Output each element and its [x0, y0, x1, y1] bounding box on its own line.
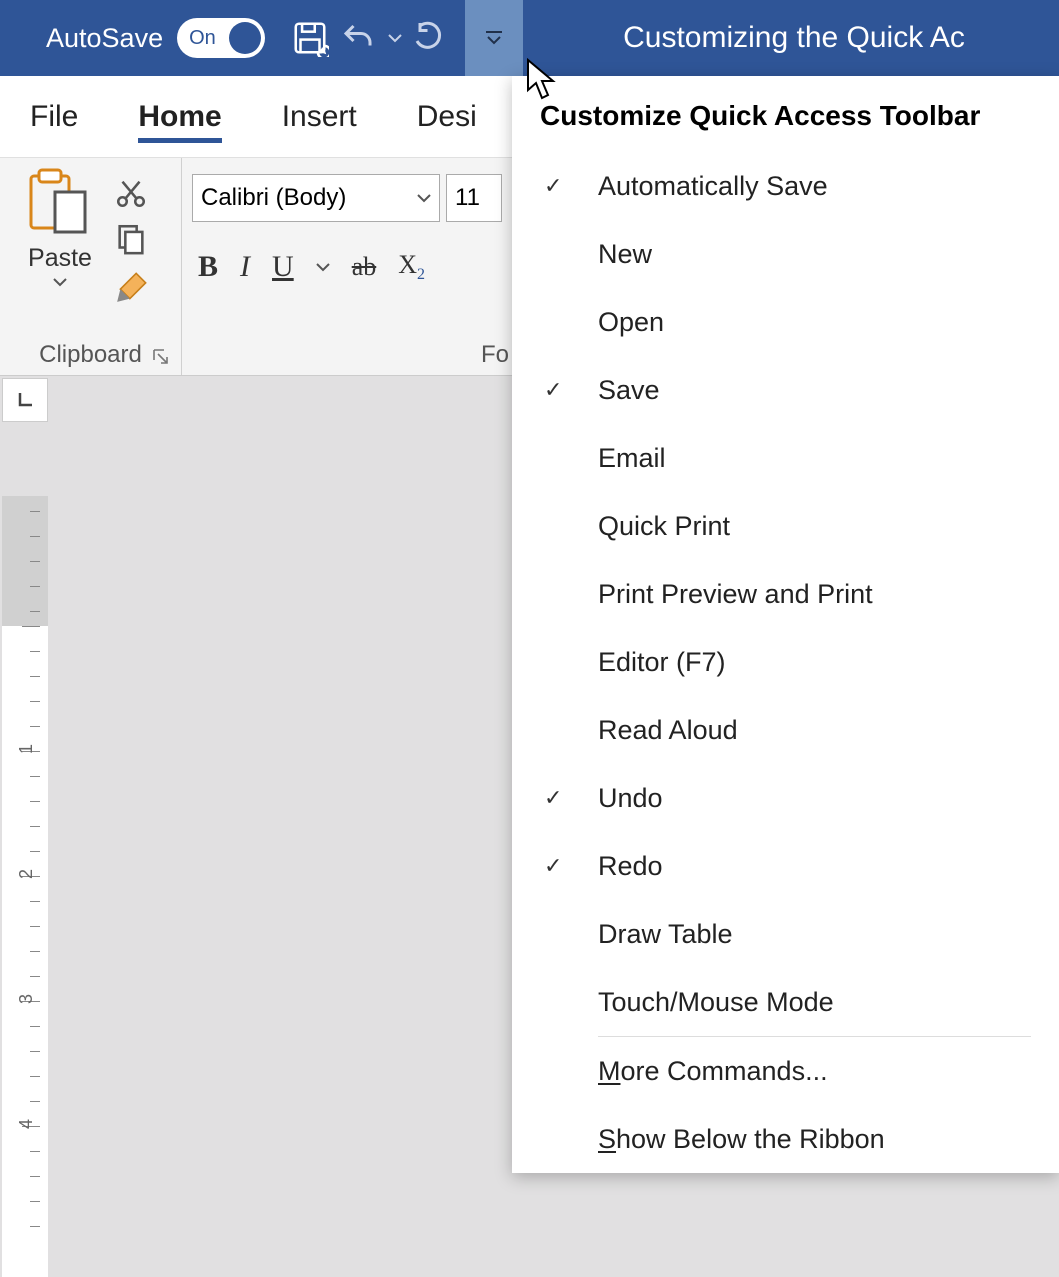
- format-painter-icon[interactable]: [114, 266, 152, 306]
- ruler-number: 4: [16, 1119, 37, 1129]
- customize-qat-menu: Customize Quick Access Toolbar ✓ Automat…: [512, 76, 1059, 1173]
- check-icon: ✓: [544, 853, 598, 879]
- menu-item-automatically-save[interactable]: ✓ Automatically Save: [512, 152, 1059, 220]
- menu-item-more-commands[interactable]: More Commands...: [512, 1037, 1059, 1105]
- menu-item-print-preview-and-print[interactable]: Print Preview and Print: [512, 560, 1059, 628]
- underline-button[interactable]: U: [272, 250, 294, 284]
- font-size-combo[interactable]: 11: [446, 174, 502, 222]
- undo-dropdown-icon[interactable]: [385, 17, 405, 59]
- customize-qat-button[interactable]: [465, 0, 523, 76]
- menu-item-undo[interactable]: ✓ Undo: [512, 764, 1059, 832]
- cut-icon[interactable]: [114, 174, 152, 212]
- clipboard-group: Paste: [0, 158, 182, 375]
- ruler-number: 3: [16, 994, 37, 1004]
- customize-qat-menu-title: Customize Quick Access Toolbar: [512, 76, 1059, 152]
- title-bar: AutoSave On: [0, 0, 1059, 76]
- font-name-value: Calibri (Body): [201, 184, 346, 212]
- tab-file[interactable]: File: [0, 76, 108, 157]
- menu-item-show-below-ribbon[interactable]: Show Below the Ribbon: [512, 1105, 1059, 1173]
- strikethrough-button[interactable]: ab: [352, 252, 377, 282]
- undo-icon[interactable]: [337, 17, 379, 59]
- menu-item-draw-table[interactable]: Draw Table: [512, 900, 1059, 968]
- vertical-ruler[interactable]: 1 2 3 4: [2, 496, 48, 1277]
- tab-home[interactable]: Home: [108, 76, 251, 157]
- menu-item-new[interactable]: New: [512, 220, 1059, 288]
- clipboard-dialog-launcher-icon[interactable]: [151, 347, 171, 367]
- menu-item-read-aloud[interactable]: Read Aloud: [512, 696, 1059, 764]
- menu-item-touch-mouse-mode[interactable]: Touch/Mouse Mode: [512, 968, 1059, 1036]
- quick-access-toolbar: [289, 17, 453, 59]
- menu-item-save[interactable]: ✓ Save: [512, 356, 1059, 424]
- document-title: Customizing the Quick Ac: [623, 21, 965, 55]
- bold-button[interactable]: B: [198, 250, 218, 284]
- redo-icon[interactable]: [411, 17, 453, 59]
- paste-icon: [25, 168, 95, 242]
- font-group: Calibri (Body) 11 B I U ab X2 Fo: [182, 158, 522, 375]
- italic-button[interactable]: I: [240, 250, 250, 284]
- save-icon[interactable]: [289, 17, 331, 59]
- copy-icon[interactable]: [114, 220, 152, 258]
- font-group-label: Fo: [182, 341, 521, 369]
- autosave-switch-knob: [229, 22, 261, 54]
- tab-insert[interactable]: Insert: [252, 76, 387, 157]
- font-name-combo[interactable]: Calibri (Body): [192, 174, 440, 222]
- tab-selector[interactable]: [2, 378, 48, 422]
- subscript-button[interactable]: X2: [398, 250, 425, 284]
- clipboard-group-label: Clipboard: [39, 341, 142, 369]
- autosave-toggle[interactable]: AutoSave On: [0, 18, 265, 58]
- underline-dropdown-icon[interactable]: [316, 262, 330, 272]
- autosave-label: AutoSave: [46, 23, 163, 54]
- check-icon: ✓: [544, 173, 598, 199]
- autosave-switch-text: On: [189, 27, 216, 50]
- tab-design[interactable]: Desi: [387, 76, 507, 157]
- paste-label: Paste: [28, 244, 92, 273]
- chevron-down-icon[interactable]: [52, 277, 68, 287]
- chevron-down-icon: [417, 193, 431, 203]
- paste-button[interactable]: Paste: [10, 168, 110, 306]
- check-icon: ✓: [544, 785, 598, 811]
- menu-item-open[interactable]: Open: [512, 288, 1059, 356]
- autosave-switch[interactable]: On: [177, 18, 265, 58]
- ruler-number: 2: [16, 869, 37, 879]
- menu-item-email[interactable]: Email: [512, 424, 1059, 492]
- check-icon: ✓: [544, 377, 598, 403]
- font-size-value: 11: [455, 184, 480, 212]
- menu-item-editor[interactable]: Editor (F7): [512, 628, 1059, 696]
- menu-item-quick-print[interactable]: Quick Print: [512, 492, 1059, 560]
- menu-item-redo[interactable]: ✓ Redo: [512, 832, 1059, 900]
- ruler-number: 1: [16, 744, 37, 754]
